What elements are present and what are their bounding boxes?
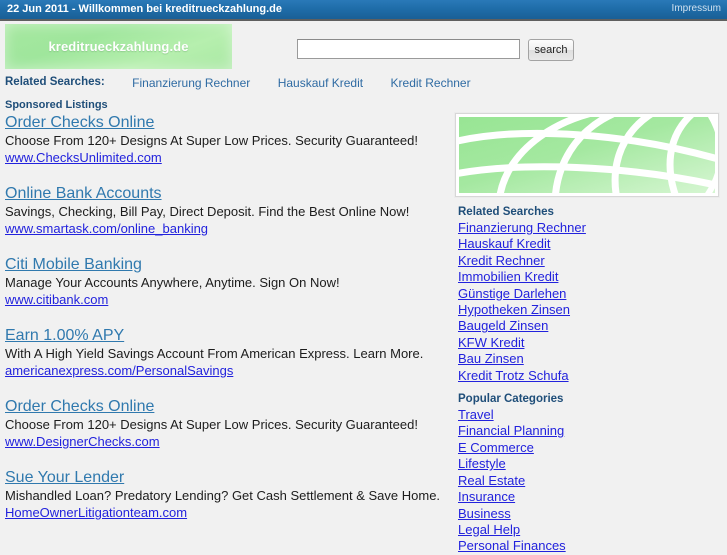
sidebar-category-link[interactable]: Legal Help (458, 522, 520, 538)
site-header: kreditrueckzahlung.de search (0, 21, 727, 76)
sidebar-related-link[interactable]: Finanzierung Rechner (458, 220, 586, 236)
listing-title[interactable]: Order Checks Online (5, 113, 154, 132)
listing-title[interactable]: Order Checks Online (5, 397, 154, 416)
listing-url[interactable]: www.DesignerChecks.com (5, 433, 160, 450)
related-search-link[interactable]: Hauskauf Kredit (278, 76, 363, 90)
sidebar-related-link[interactable]: Kredit Trotz Schufa (458, 368, 569, 384)
sidebar-related-link[interactable]: KFW Kredit (458, 335, 524, 351)
sidebar-related-link[interactable]: Bau Zinsen (458, 351, 524, 367)
listing-item: Order Checks Online Choose From 120+ Des… (2, 397, 452, 451)
sidebar-related-link[interactable]: Hauskauf Kredit (458, 236, 551, 252)
sidebar-related-link[interactable]: Immobilien Kredit (458, 269, 558, 285)
listing-item: Earn 1.00% APY With A High Yield Savings… (2, 326, 452, 380)
sidebar-category-link[interactable]: Business (458, 506, 511, 522)
sidebar-categories-heading: Popular Categories (458, 393, 564, 406)
sidebar-category-link[interactable]: Insurance (458, 489, 515, 505)
logo-text: kreditrueckzahlung.de (48, 39, 189, 54)
banner-container (455, 113, 719, 197)
listing-item: Online Bank Accounts Savings, Checking, … (2, 184, 452, 238)
sidebar-related-link[interactable]: Baugeld Zinsen (458, 318, 548, 334)
sidebar-related-heading: Related Searches (458, 206, 554, 218)
related-searches-label: Related Searches: (5, 76, 105, 88)
listing-title[interactable]: Citi Mobile Banking (5, 255, 142, 274)
listing-title[interactable]: Online Bank Accounts (5, 184, 162, 203)
listing-item: Sue Your Lender Mishandled Loan? Predato… (2, 468, 452, 522)
sponsored-listings-column: Order Checks Online Choose From 120+ Des… (2, 113, 452, 539)
sidebar-related-link[interactable]: Hypotheken Zinsen (458, 302, 570, 318)
search-input[interactable] (297, 39, 520, 59)
listing-url[interactable]: HomeOwnerLitigationteam.com (5, 504, 187, 521)
listing-description: Mishandled Loan? Predatory Lending? Get … (5, 488, 441, 503)
listing-item: Order Checks Online Choose From 120+ Des… (2, 113, 452, 167)
listing-description: Choose From 120+ Designs At Super Low Pr… (5, 417, 418, 432)
sidebar-category-link[interactable]: Financial Planning (458, 423, 564, 439)
sidebar-category-link[interactable]: Personal Finances (458, 538, 566, 554)
listing-title[interactable]: Sue Your Lender (5, 468, 124, 487)
listing-url[interactable]: www.smartask.com/online_banking (5, 220, 208, 237)
sidebar-category-link[interactable]: E Commerce (458, 440, 534, 456)
top-bar: 22 Jun 2011 - Willkommen bei kreditrueck… (0, 0, 727, 21)
sidebar-category-link[interactable]: Lifestyle (458, 456, 506, 472)
sidebar-category-link[interactable]: Travel (458, 407, 494, 423)
sidebar-related-link[interactable]: Kredit Rechner (458, 253, 545, 269)
sponsored-listings-label: Sponsored Listings (5, 99, 108, 111)
page-title: 22 Jun 2011 - Willkommen bei kreditrueck… (7, 3, 282, 15)
listing-url[interactable]: www.citibank.com (5, 291, 108, 308)
listing-url[interactable]: www.ChecksUnlimited.com (5, 149, 162, 166)
globe-banner-icon (459, 117, 715, 193)
sidebar-category-link[interactable]: Real Estate (458, 473, 525, 489)
related-search-link[interactable]: Kredit Rechner (391, 76, 471, 90)
sidebar-related-link[interactable]: Günstige Darlehen (458, 286, 566, 302)
listing-description: Savings, Checking, Bill Pay, Direct Depo… (5, 204, 410, 219)
search-form: search (297, 39, 574, 61)
related-searches-bar: Related Searches: Finanzierung Rechner H… (0, 76, 727, 93)
impressum-link[interactable]: Impressum (672, 3, 721, 14)
listing-item: Citi Mobile Banking Manage Your Accounts… (2, 255, 452, 309)
listing-description: With A High Yield Savings Account From A… (5, 346, 424, 361)
listing-description: Manage Your Accounts Anywhere, Anytime. … (5, 275, 340, 290)
listing-url[interactable]: americanexpress.com/PersonalSavings (5, 362, 233, 379)
listing-title[interactable]: Earn 1.00% APY (5, 326, 124, 345)
site-logo[interactable]: kreditrueckzahlung.de (5, 24, 232, 69)
listing-description: Choose From 120+ Designs At Super Low Pr… (5, 133, 418, 148)
sidebar: Related Searches Finanzierung Rechner Ha… (455, 113, 725, 555)
related-search-link[interactable]: Finanzierung Rechner (132, 76, 250, 90)
search-button[interactable]: search (528, 39, 574, 61)
